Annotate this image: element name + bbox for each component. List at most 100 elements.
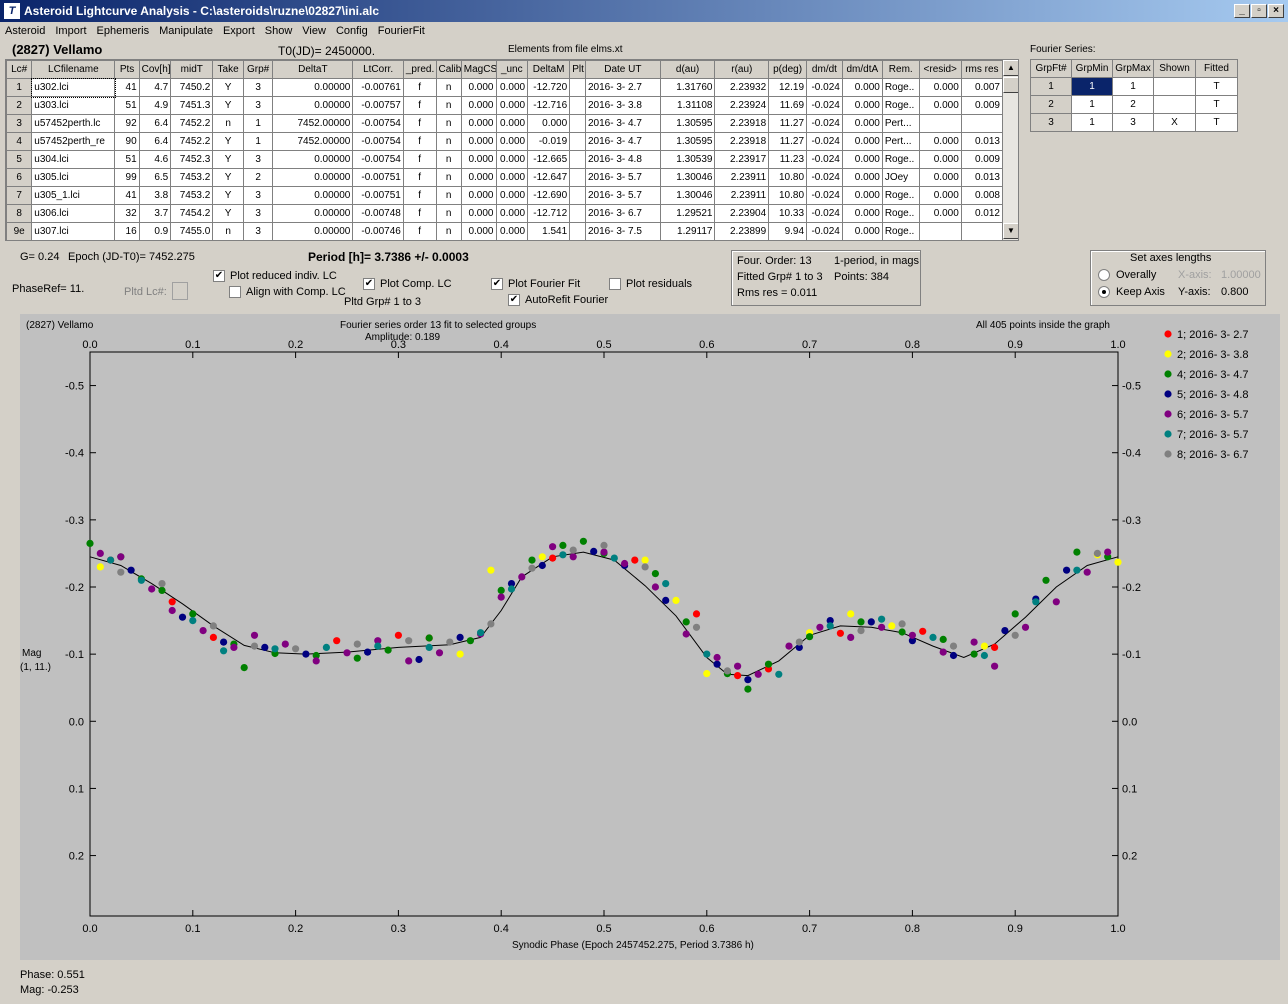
lc-table-cell[interactable]: 0.000 xyxy=(918,204,962,223)
lc-table-cell[interactable]: 0.000 xyxy=(841,132,883,151)
lc-table-cell[interactable]: 0.000 xyxy=(495,186,529,205)
fourier-row-header[interactable]: 2 xyxy=(1030,95,1072,114)
lc-table-cell[interactable]: 9.94 xyxy=(768,222,808,240)
lc-table-cell[interactable]: 2016- 3- 5.7 xyxy=(584,186,661,205)
fourier-col-header[interactable]: Shown xyxy=(1153,59,1196,78)
lc-table-cell[interactable]: 10.80 xyxy=(768,186,808,205)
lc-table-cell[interactable]: 2016- 3- 4.7 xyxy=(584,132,661,151)
lc-table-cell[interactable]: -0.024 xyxy=(806,204,843,223)
lc-table-cell[interactable]: 2.23917 xyxy=(714,150,770,169)
lc-col-header[interactable]: d(au) xyxy=(659,60,716,79)
lc-table-cell[interactable]: n xyxy=(435,186,462,205)
lc-table-cell[interactable]: 0.000 xyxy=(495,114,529,133)
lc-table-cell[interactable]: 1.30046 xyxy=(659,168,716,187)
lc-table-cell[interactable]: 11.27 xyxy=(768,114,808,133)
lc-table-cell[interactable]: n xyxy=(212,114,244,133)
lc-col-header[interactable]: Take xyxy=(212,60,244,79)
lc-table-cell[interactable]: n xyxy=(435,168,462,187)
lc-col-header[interactable]: Plt xyxy=(569,60,586,79)
menu-import[interactable]: Import xyxy=(50,22,91,37)
lc-table-cell[interactable]: 0.000 xyxy=(918,186,962,205)
lc-table-cell[interactable]: 7452.3 xyxy=(170,150,214,169)
pltd-lc-spinner[interactable] xyxy=(172,282,188,300)
lc-table-cell[interactable]: 3.8 xyxy=(138,186,172,205)
menu-manipulate[interactable]: Manipulate xyxy=(154,22,218,37)
lc-table-cell[interactable]: -0.00751 xyxy=(352,168,404,187)
table-scrollbar[interactable]: ▲ ▼ xyxy=(1002,60,1018,240)
lc-table-cell[interactable]: 7452.2 xyxy=(170,132,214,151)
fourier-table-cell[interactable]: T xyxy=(1195,113,1238,132)
scroll-thumb[interactable] xyxy=(1003,77,1018,93)
fourier-table-cell[interactable]: T xyxy=(1195,77,1238,96)
lc-table-cell[interactable]: 7453.2 xyxy=(170,168,214,187)
fourier-row-header[interactable]: 3 xyxy=(1030,113,1072,132)
lc-table-cell[interactable]: Y xyxy=(212,96,244,115)
plot-reduced-checkbox[interactable]: ✔ xyxy=(213,270,225,282)
lc-table-cell[interactable]: 0.000 xyxy=(495,222,529,240)
fourier-table-cell[interactable]: 1 xyxy=(1071,77,1113,96)
maximize-button[interactable]: ▫ xyxy=(1251,4,1267,18)
lc-table-cell[interactable]: 2016- 3- 5.7 xyxy=(584,168,661,187)
fourier-table-cell[interactable] xyxy=(1153,77,1196,96)
menu-show[interactable]: Show xyxy=(260,22,298,37)
lc-table-cell[interactable]: u303.lci xyxy=(31,96,116,115)
lc-table-cell[interactable]: 0.000 xyxy=(918,96,962,115)
lc-table-cell[interactable]: 1.30595 xyxy=(659,132,716,151)
menu-fourierfit[interactable]: FourierFit xyxy=(373,22,430,37)
fourier-table-cell[interactable]: 1 xyxy=(1071,113,1113,132)
lc-table-cell[interactable]: n xyxy=(435,96,462,115)
lc-table-cell[interactable]: 2.23904 xyxy=(714,204,770,223)
lc-table-cell[interactable]: 3 xyxy=(242,186,274,205)
lc-table-cell[interactable]: 2.23918 xyxy=(714,132,770,151)
lc-table-cell[interactable]: Y xyxy=(212,186,244,205)
menu-view[interactable]: View xyxy=(297,22,331,37)
lc-table-cell[interactable] xyxy=(569,132,586,151)
lc-table-cell[interactable]: 0.00000 xyxy=(272,150,354,169)
lc-table-cell[interactable]: -12.690 xyxy=(527,186,571,205)
lc-table-cell[interactable]: 1 xyxy=(242,114,274,133)
lc-table-cell[interactable]: 0.00000 xyxy=(272,168,354,187)
lc-table-cell[interactable]: 1.30539 xyxy=(659,150,716,169)
menu-ephemeris[interactable]: Ephemeris xyxy=(92,22,155,37)
lc-table-cell[interactable]: Roge.. xyxy=(881,222,920,240)
overally-radio[interactable] xyxy=(1098,269,1110,281)
lc-table-row[interactable]: 9e u307.lci 16 0.9 7455.0 n 3 0.00000 -0.00746 f n… xyxy=(6,222,1004,240)
lc-table-cell[interactable]: -0.00746 xyxy=(352,222,404,240)
lc-table-cell[interactable]: Y xyxy=(212,168,244,187)
lc-table-cell[interactable]: 4.6 xyxy=(138,150,172,169)
lc-table-cell[interactable]: Roge.. xyxy=(881,78,920,97)
lc-table-row[interactable]: 8 u306.lci 32 3.7 7454.2 Y 3 0.00000 -0.00748 f n 0… xyxy=(6,204,1004,223)
lc-col-header[interactable]: Cov[h] xyxy=(138,60,172,79)
lc-row-header[interactable]: 3 xyxy=(6,114,33,133)
lc-table-cell[interactable]: 3 xyxy=(242,222,274,240)
lc-table-cell[interactable]: 0.000 xyxy=(841,150,883,169)
scroll-down-icon[interactable]: ▼ xyxy=(1003,223,1018,239)
lc-table-cell[interactable]: 7452.2 xyxy=(170,114,214,133)
lc-table-cell[interactable]: 10.80 xyxy=(768,168,808,187)
lc-table-cell[interactable]: JOey xyxy=(881,168,920,187)
lc-table-cell[interactable]: 2016- 3- 4.8 xyxy=(584,150,661,169)
lc-table-cell[interactable]: 0.000 xyxy=(495,150,529,169)
fourier-table-row[interactable]: 313XT xyxy=(1030,113,1238,132)
lc-table-cell[interactable]: 0.00000 xyxy=(272,78,354,97)
lc-table-cell[interactable]: -12.712 xyxy=(527,204,571,223)
autorefit-checkbox[interactable]: ✔ xyxy=(508,294,520,306)
lc-table-cell[interactable]: 0.000 xyxy=(495,168,529,187)
lc-table-cell[interactable]: 2016- 3- 4.7 xyxy=(584,114,661,133)
lc-table-cell[interactable]: -0.00748 xyxy=(352,204,404,223)
lc-table-cell[interactable]: 0.012 xyxy=(960,204,1004,223)
lc-col-header[interactable]: Calib xyxy=(435,60,462,79)
lc-table-cell[interactable]: -0.024 xyxy=(806,78,843,97)
scroll-up-icon[interactable]: ▲ xyxy=(1003,60,1018,76)
lc-table-cell[interactable]: Roge.. xyxy=(881,186,920,205)
lc-col-header[interactable]: DeltaT xyxy=(272,60,354,79)
lc-table-cell[interactable]: u305.lci xyxy=(31,168,116,187)
lc-col-header[interactable]: Rem. xyxy=(881,60,920,79)
lc-table-cell[interactable]: 1 xyxy=(242,132,274,151)
lc-table-row[interactable]: 5 u304.lci 51 4.6 7452.3 Y 3 0.00000 -0.00754 f n 0… xyxy=(6,150,1004,169)
lc-table-cell[interactable]: -0.00754 xyxy=(352,132,404,151)
lc-table-cell[interactable]: 11.23 xyxy=(768,150,808,169)
lc-table-cell[interactable]: 0.000 xyxy=(460,150,497,169)
lc-row-header[interactable]: 2 xyxy=(6,96,33,115)
lc-table-cell[interactable]: f xyxy=(402,204,437,223)
